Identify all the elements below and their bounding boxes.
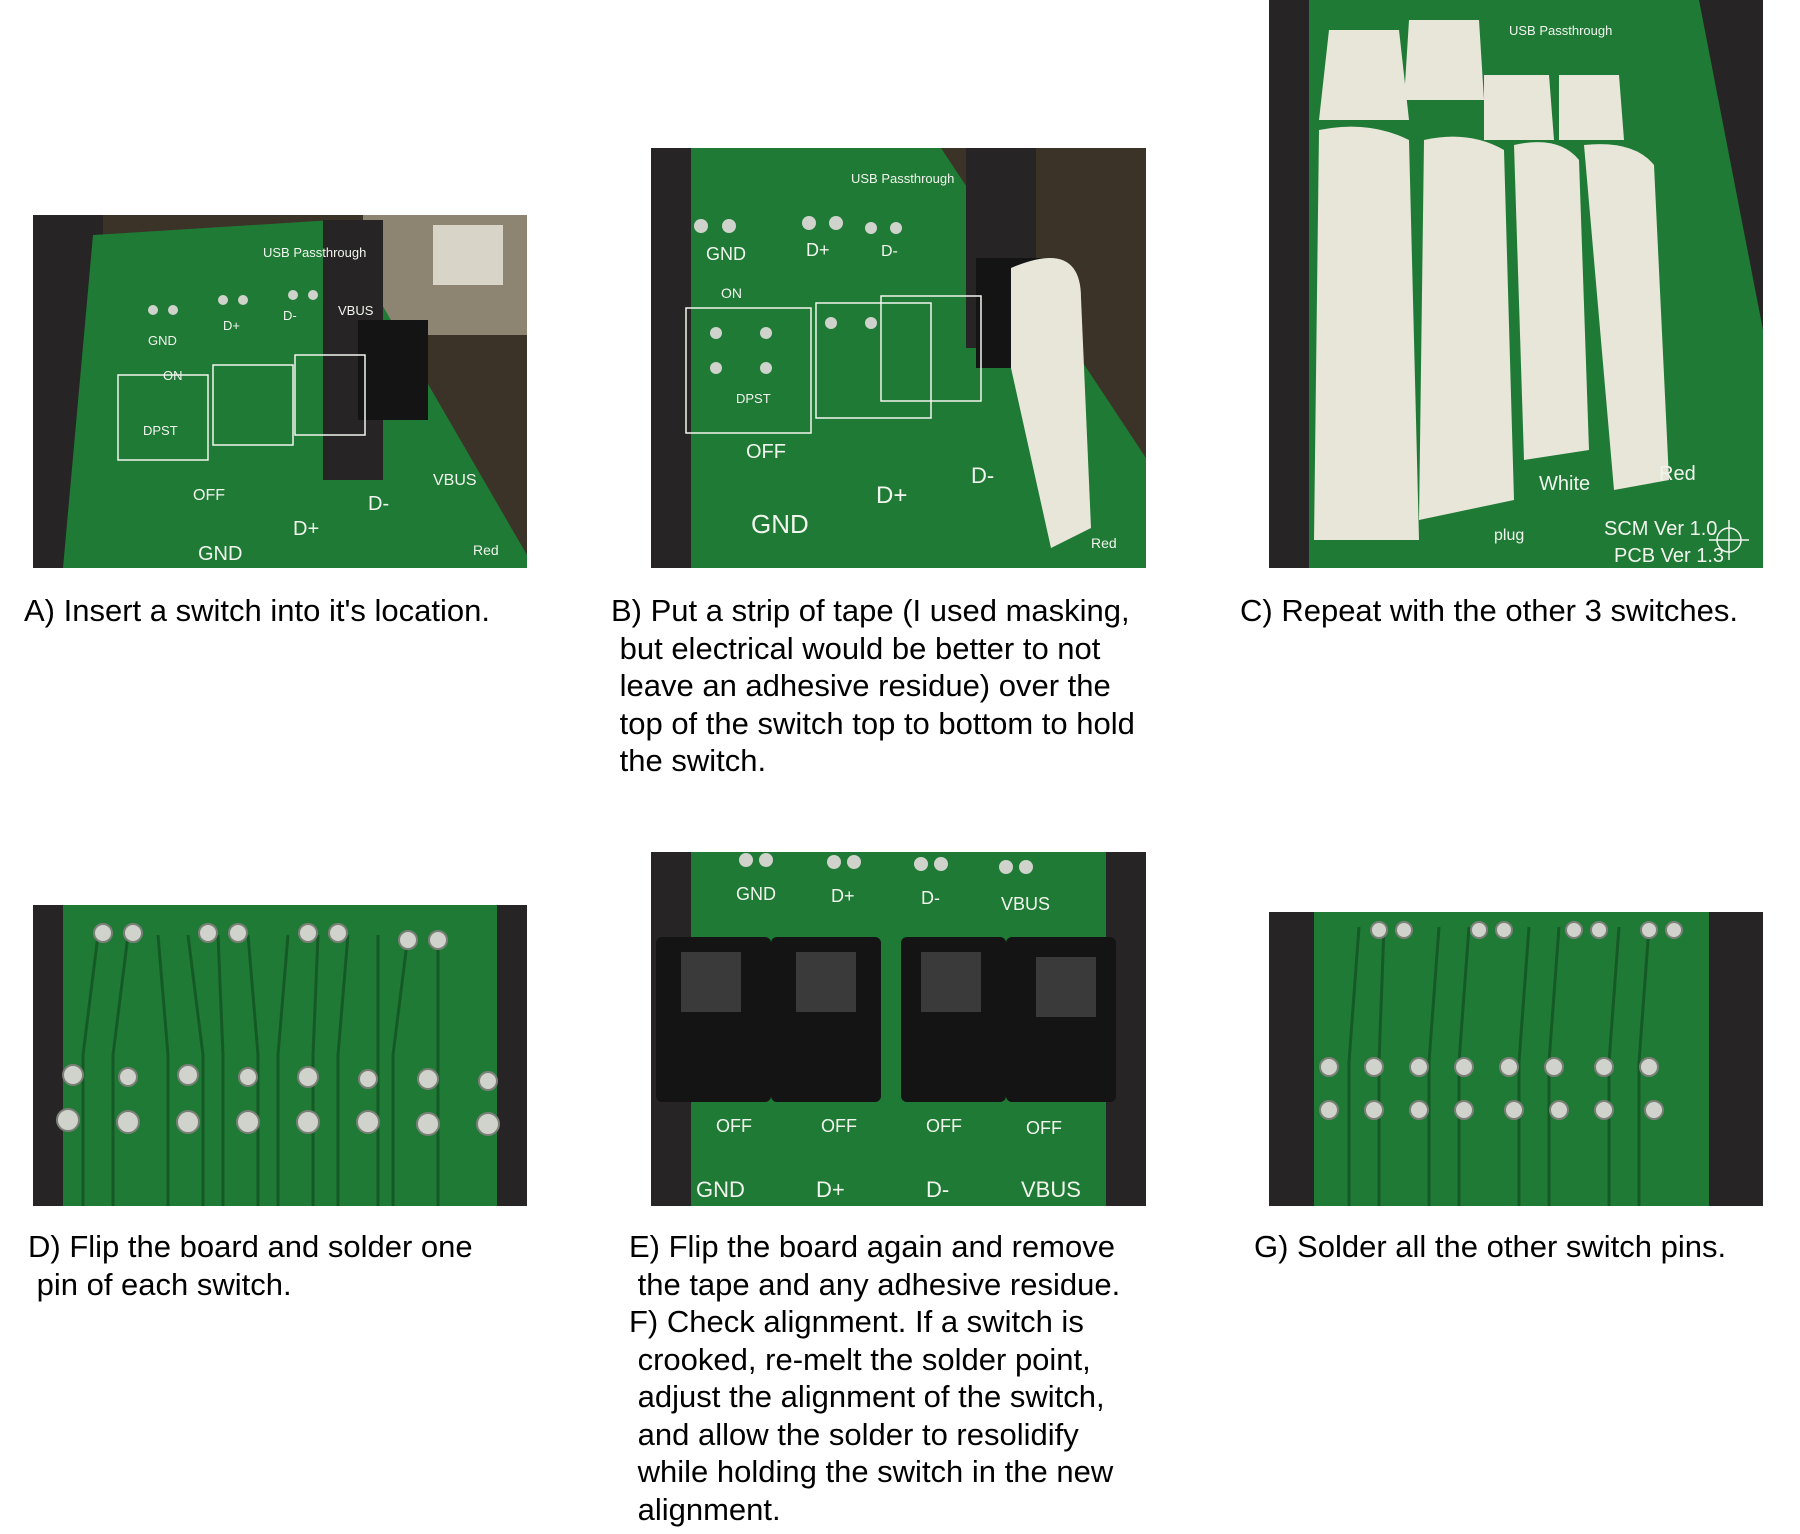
pad-vbus-label-e: VBUS xyxy=(1001,894,1050,914)
gnd-bottom-label-b: GND xyxy=(751,509,809,539)
photo-d xyxy=(33,905,527,1206)
pad-gnd-label-b: GND xyxy=(706,244,746,264)
caption-a: A) Insert a switch into it's location. xyxy=(24,593,490,628)
scm-version-label: SCM Ver 1.0 xyxy=(1604,518,1717,540)
dpst-label-b: DPST xyxy=(736,391,771,406)
pad-vbus-label: VBUS xyxy=(338,303,374,318)
off-dminus-label: OFF xyxy=(926,1116,962,1136)
dplus-bottom-label: D+ xyxy=(293,518,319,540)
board-title-c: USB Passthrough xyxy=(1509,23,1612,38)
pad-dminus-label-e: D- xyxy=(921,888,940,908)
photo-a-svg: USB Passthrough GND D+ D- VBUS ON DPST O… xyxy=(33,215,527,568)
red-label-b: Red xyxy=(1091,535,1117,551)
pad-gnd-label: GND xyxy=(148,333,177,348)
switch-shape xyxy=(358,320,428,420)
photo-e: GND D+ D- VBUS OFF OFF OFF OFF GND D+ D-… xyxy=(651,852,1146,1206)
photo-d-svg xyxy=(33,905,527,1206)
photo-a: USB Passthrough GND D+ D- VBUS ON DPST O… xyxy=(33,215,527,568)
gnd-bottom-label: GND xyxy=(198,543,242,565)
photo-g xyxy=(1269,912,1763,1206)
plug-label: plug xyxy=(1494,527,1524,544)
photo-c: USB Passthrough White Red plug SCM Ver 1… xyxy=(1269,0,1763,568)
pad-dminus-label-b: D- xyxy=(881,243,898,260)
dminus-bottom-label: D- xyxy=(368,493,389,515)
photo-e-svg: GND D+ D- VBUS OFF OFF OFF OFF GND D+ D-… xyxy=(651,852,1146,1206)
caption-d: D) Flip the board and solder one pin of … xyxy=(28,1229,473,1302)
red-label: Red xyxy=(473,542,499,558)
pad-dplus-label-b: D+ xyxy=(806,240,830,260)
photo-b: USB Passthrough GND D+ D- ON DPST OFF GN… xyxy=(651,148,1146,568)
vbus-bottom-label-e: VBUS xyxy=(1021,1177,1081,1202)
off-dplus-label: OFF xyxy=(821,1116,857,1136)
photo-c-svg: USB Passthrough White Red plug SCM Ver 1… xyxy=(1269,0,1763,568)
off-vbus-label: OFF xyxy=(1026,1118,1062,1138)
pad-gnd-label-e: GND xyxy=(736,884,776,904)
dplus-bottom-label-e: D+ xyxy=(816,1177,845,1202)
caption-ef: E) Flip the board again and remove the t… xyxy=(629,1229,1121,1527)
red-label-c: Red xyxy=(1659,463,1696,485)
pad-dplus-label: D+ xyxy=(223,318,240,333)
pad-dplus-label-e: D+ xyxy=(831,886,855,906)
off-label-b: OFF xyxy=(746,441,786,463)
dplus-bottom-label-b: D+ xyxy=(876,482,907,509)
on-label-b: ON xyxy=(721,285,742,301)
board-title-a: USB Passthrough xyxy=(263,245,366,260)
pcb-version-label: PCB Ver 1.3 xyxy=(1614,545,1724,567)
dminus-bottom-label-b: D- xyxy=(971,463,994,488)
pad-dminus-label: D- xyxy=(283,308,297,323)
off-gnd-label: OFF xyxy=(716,1116,752,1136)
photo-g-svg xyxy=(1269,912,1763,1206)
off-label: OFF xyxy=(193,487,225,504)
tape-strips xyxy=(1314,20,1669,541)
photo-b-svg: USB Passthrough GND D+ D- ON DPST OFF GN… xyxy=(651,148,1146,568)
gnd-bottom-label-e: GND xyxy=(696,1177,745,1202)
white-label: White xyxy=(1539,473,1590,495)
on-label: ON xyxy=(163,368,183,383)
caption-b: B) Put a strip of tape (I used masking, … xyxy=(611,593,1135,778)
dminus-bottom-label-e: D- xyxy=(926,1177,949,1202)
caption-g: G) Solder all the other switch pins. xyxy=(1254,1229,1727,1264)
caption-c: C) Repeat with the other 3 switches. xyxy=(1240,593,1738,628)
board-title-b: USB Passthrough xyxy=(851,171,954,186)
dpst-label: DPST xyxy=(143,423,178,438)
vbus-bottom-label: VBUS xyxy=(433,472,477,489)
